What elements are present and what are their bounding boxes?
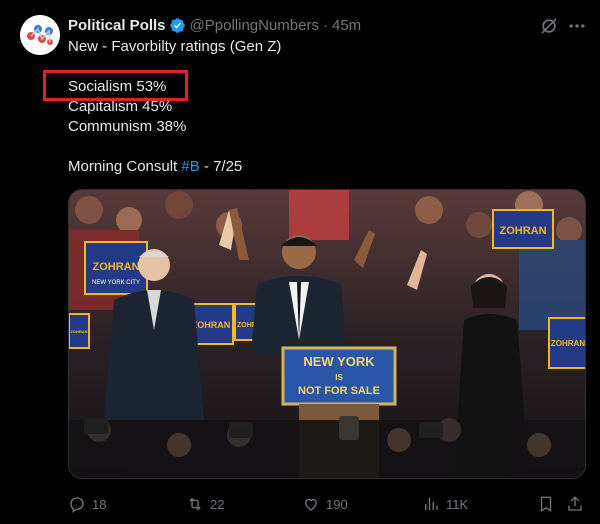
tweet-text-line: New - Favorbilty ratings (Gen Z) [68,38,282,55]
more-options-icon[interactable] [567,16,587,36]
bookmark-button[interactable] [537,494,561,514]
campaign-sign: ZOHRAN [492,209,554,249]
like-count: 190 [326,496,348,512]
rally-photo: ZOHRAN NEW YORK CITY ZOHRAN ZOHRAN ZOHRA… [69,190,585,478]
svg-text:NOT FOR SALE: NOT FOR SALE [298,385,380,397]
attached-photo[interactable]: ZOHRAN NEW YORK CITY ZOHRAN ZOHRAN ZOHRA… [68,189,586,479]
share-icon [568,496,582,511]
svg-text:ZOHRAN: ZOHRAN [192,320,231,330]
reply-icon [70,497,84,513]
separator-dot: · [322,16,328,34]
svg-text:NEW YORK: NEW YORK [303,354,375,369]
action-bar: 18 22 190 11K [0,494,600,514]
campaign-sign: ZOHRAN [69,313,90,349]
svg-text:ZOHRAN: ZOHRAN [70,329,87,334]
post-time[interactable]: 45m [332,17,361,34]
highlight-box [43,70,188,101]
tweet[interactable]: Political Polls @PpollingNumbers · 45m N… [0,0,600,524]
hashtag-link[interactable]: #B [181,158,199,175]
views-button[interactable]: 11K [422,494,468,514]
tweet-text-line: Communism 38% [68,118,187,135]
tweet-source-line: Morning Consult #B - 7/25 [68,157,242,177]
source-text: Morning Consult [68,158,182,175]
campaign-sign: ZOHRAN [548,317,585,369]
repost-button[interactable]: 22 [186,494,224,514]
reply-button[interactable]: 18 [68,494,106,514]
bookmark-icon [540,496,552,513]
campaign-sign: ZOHRAN NEW YORK CITY [84,241,148,295]
photographers [69,416,585,478]
repost-count: 22 [210,496,225,512]
author-name[interactable]: Political Polls [68,17,166,34]
verified-badge-icon[interactable] [169,17,186,34]
heart-icon [305,498,317,511]
tweet-header: Political Polls @PpollingNumbers · 45m [68,15,361,35]
source-date: - 7/25 [199,158,243,175]
views-count: 11K [446,496,469,512]
svg-text:ZOHRAN: ZOHRAN [499,225,546,237]
repost-icon [189,497,201,511]
views-icon [425,498,438,510]
svg-text:NEW YORK CITY: NEW YORK CITY [92,280,140,286]
reply-count: 18 [92,496,107,512]
grok-icon[interactable] [539,16,559,36]
avatar[interactable] [20,15,60,55]
share-button[interactable] [566,494,590,514]
svg-text:IS: IS [335,373,343,382]
svg-text:ZOHRAN: ZOHRAN [92,261,139,273]
author-handle[interactable]: @PpollingNumbers [190,17,319,34]
political-polls-logo [20,15,60,55]
like-button[interactable]: 190 [302,494,348,514]
svg-text:ZOHRAN: ZOHRAN [551,339,585,348]
